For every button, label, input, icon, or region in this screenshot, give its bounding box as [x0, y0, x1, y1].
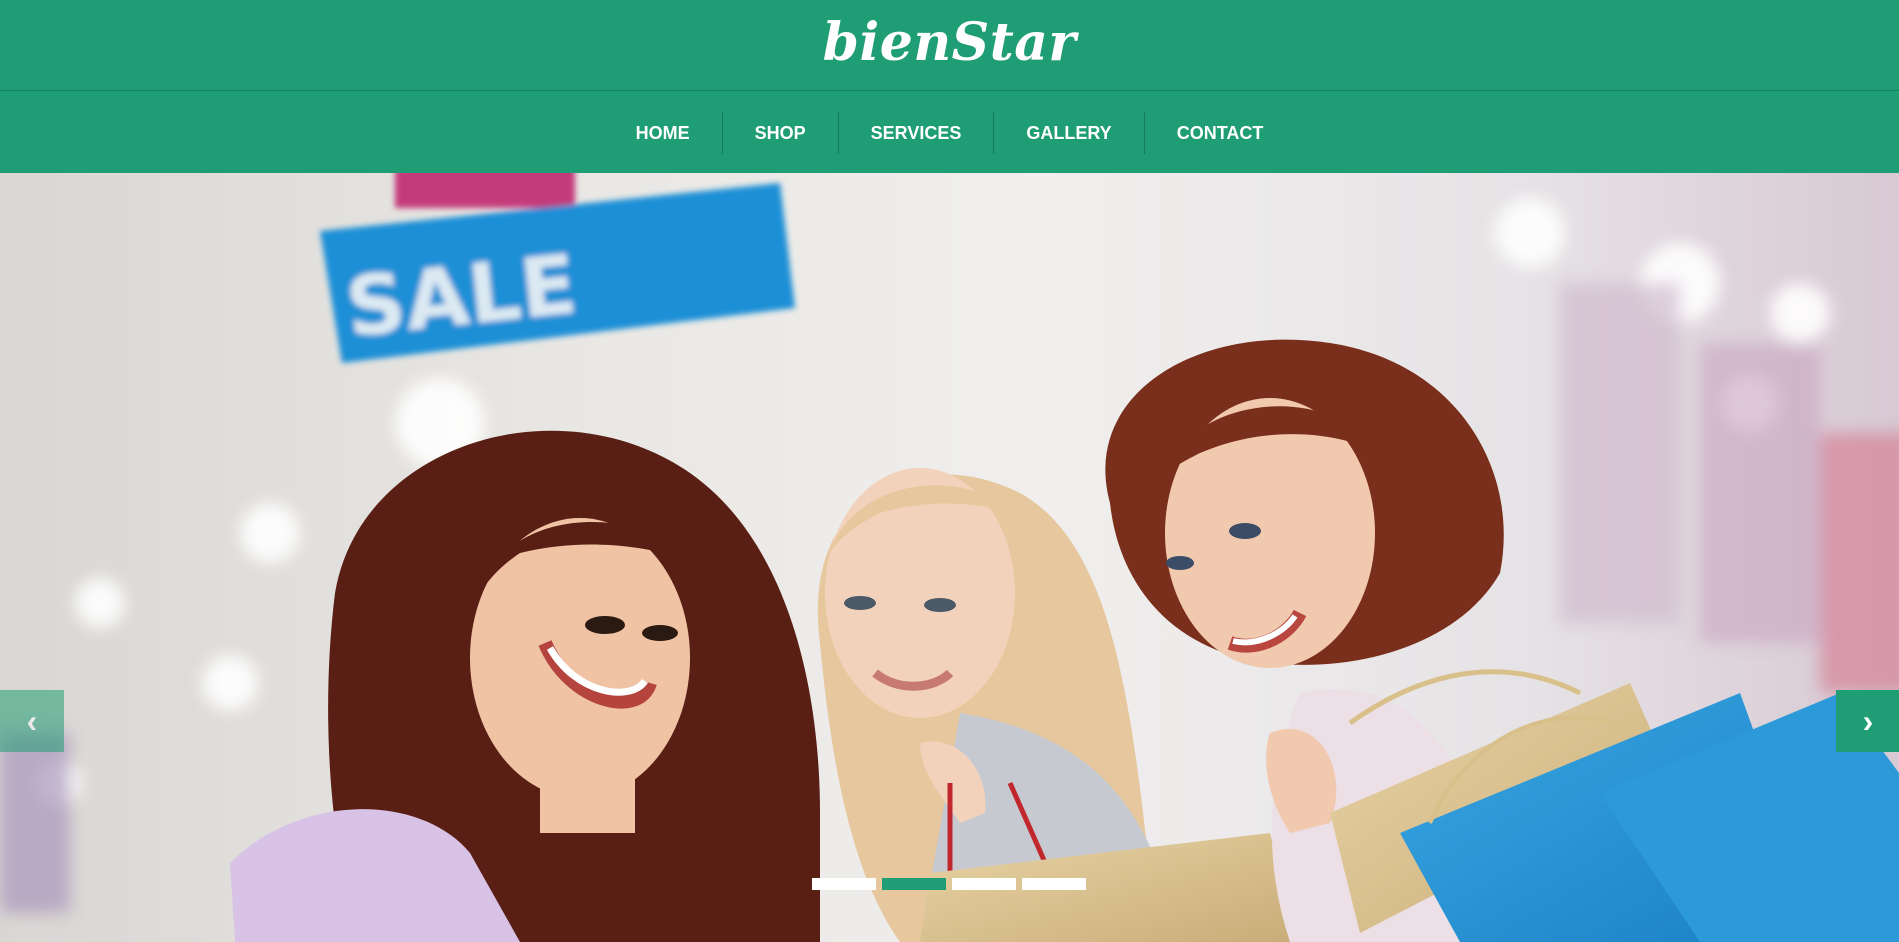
nav-services[interactable]: SERVICES	[839, 112, 994, 154]
hero-image: SALE	[0, 173, 1899, 942]
slider-next-button[interactable]: ›	[1836, 690, 1899, 752]
site-header: bienStar HOME SHOP SERVICES GALLERY CONT…	[0, 0, 1899, 173]
chevron-right-icon: ›	[1862, 702, 1874, 739]
woman-left	[230, 430, 820, 942]
chevron-left-icon: ‹	[26, 702, 38, 739]
logo-bar: bienStar	[0, 0, 1899, 91]
slider-prev-button[interactable]: ‹	[0, 690, 64, 752]
nav-shop[interactable]: SHOP	[723, 112, 838, 154]
sale-sign: SALE	[320, 173, 795, 363]
slider-dot-4[interactable]	[1022, 878, 1086, 890]
slider-pagination	[812, 878, 1086, 890]
nav-home[interactable]: HOME	[604, 112, 722, 154]
slider-dot-2[interactable]	[882, 878, 946, 890]
main-navigation: HOME SHOP SERVICES GALLERY CONTACT	[0, 92, 1899, 173]
slider-dot-3[interactable]	[952, 878, 1016, 890]
slider-dot-1[interactable]	[812, 878, 876, 890]
site-logo[interactable]: bienStar	[823, 12, 1077, 73]
hero-slider[interactable]: SALE ‹ ›	[0, 173, 1899, 942]
nav-contact[interactable]: CONTACT	[1145, 112, 1296, 154]
nav-gallery[interactable]: GALLERY	[994, 112, 1143, 154]
